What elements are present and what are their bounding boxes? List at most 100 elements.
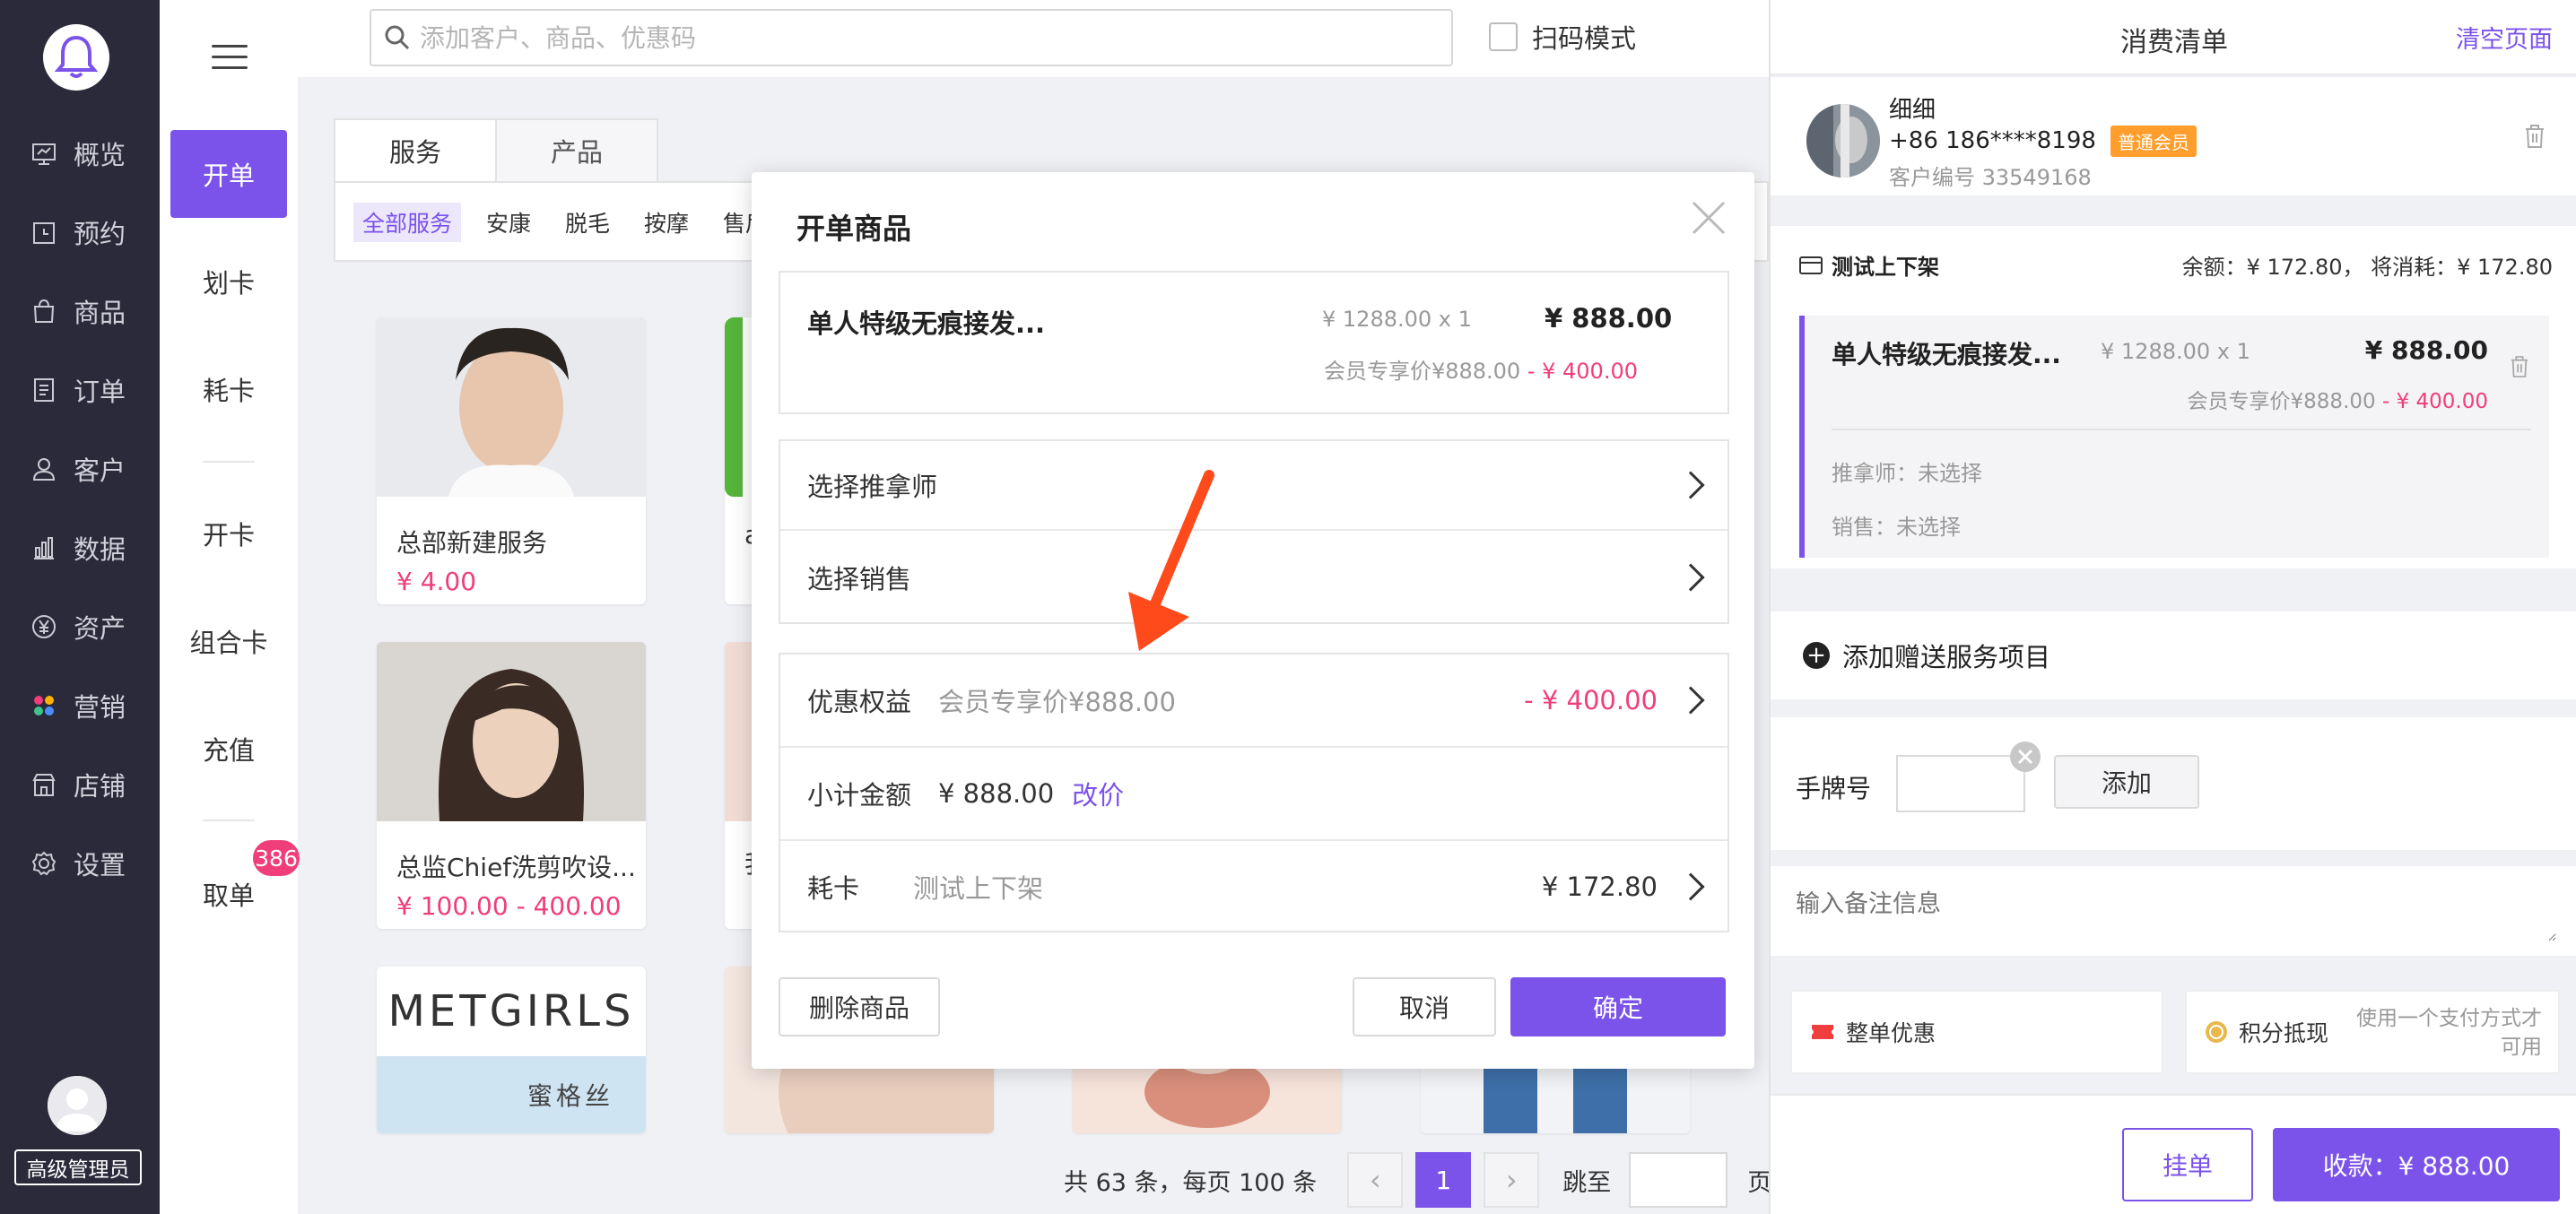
filter-ankang[interactable]: 安康 [477, 203, 540, 242]
nav-overview[interactable]: 概览 [0, 126, 160, 180]
item-name: 单人特级无痕接发... [807, 308, 1046, 339]
card-value: ¥ 172.80 [1541, 871, 1658, 902]
nav-data[interactable]: 数据 [0, 521, 160, 575]
nav-label: 店铺 [74, 771, 126, 802]
bill-footer: 挂单 收款：¥ 888.00 [1771, 1094, 2576, 1214]
checkout-button[interactable]: 收款：¥ 888.00 [2273, 1128, 2560, 1201]
search-input[interactable] [420, 22, 1406, 53]
benefit-row[interactable]: 优惠权益 会员专享价¥888.00 - ¥ 400.00 [780, 655, 1727, 748]
subnav-open-card[interactable]: 开卡 [170, 490, 287, 577]
add-gift-service[interactable]: + 添加赠送服务项目 [1771, 611, 2576, 699]
app-logo[interactable] [43, 24, 109, 91]
benefit-label: 优惠权益 [807, 687, 912, 717]
clear-icon[interactable] [2009, 741, 2041, 773]
subnav-open-order[interactable]: 开单 [170, 130, 287, 218]
bill-item-sales[interactable]: 销售：未选择 [1832, 509, 1961, 541]
nav-marketing[interactable]: 营销 [0, 679, 160, 733]
hand-tag-add-button[interactable]: 添加 [2054, 755, 2199, 809]
coin-icon [2206, 1021, 2227, 1043]
scan-mode[interactable]: 扫码模式 [1489, 18, 1636, 56]
subtotal-value: ¥ 888.00 [938, 778, 1055, 809]
product-image [377, 642, 646, 821]
brand-subtitle: 蜜格丝 [377, 1056, 646, 1133]
tab-service[interactable]: 服务 [334, 118, 497, 183]
member-tag: 普通会员 [2110, 126, 2197, 157]
order-item-modal: 开单商品 单人特级无痕接发... ¥ 1288.00 x 1 ¥ 888.00 … [752, 172, 1754, 1069]
nav-customers[interactable]: 客户 [0, 442, 160, 496]
bill-item[interactable]: 单人特级无痕接发... ¥ 1288.00 x 1 ¥ 888.00 会员专享价… [1799, 316, 2549, 558]
subnav-swipe-card[interactable]: 划卡 [170, 238, 287, 325]
trash-icon[interactable] [2510, 355, 2529, 378]
divider [203, 819, 255, 821]
product-card[interactable]: 总部新建服务 ¥ 4.00 [377, 317, 646, 604]
filter-all[interactable]: 全部服务 [353, 203, 462, 242]
next-page-button[interactable]: › [1484, 1152, 1540, 1208]
nav-appointment[interactable]: 预约 [0, 205, 160, 259]
hand-tag-input[interactable] [1896, 755, 2025, 812]
remark-box[interactable] [1771, 866, 2576, 956]
item-member-note: 会员专享价¥888.00 - ¥ 400.00 [1323, 359, 1638, 384]
nav-store[interactable]: 店铺 [0, 758, 160, 811]
product-card[interactable]: METGIRLS 蜜格丝 [377, 967, 646, 1133]
menu-icon[interactable] [212, 45, 248, 72]
scan-mode-checkbox[interactable] [1489, 22, 1518, 51]
card-consume-row[interactable]: 耗卡 测试上下架 ¥ 172.80 [780, 841, 1727, 932]
subtotal-row: 小计金额 ¥ 888.00 改价 [780, 748, 1727, 841]
card-title: 测试上下架 [1799, 249, 1939, 281]
filter-hair-removal[interactable]: 脱毛 [556, 203, 619, 242]
confirm-button[interactable]: 确定 [1510, 977, 1726, 1036]
card-icon [1799, 256, 1823, 274]
tab-product[interactable]: 产品 [495, 118, 658, 183]
trash-icon[interactable] [2524, 124, 2546, 149]
nav-goods[interactable]: 商品 [0, 284, 160, 338]
calendar-icon [33, 222, 55, 244]
select-masseur-row[interactable]: 选择推拿师 [780, 441, 1727, 531]
card-name: 测试上下架 [913, 873, 1044, 904]
benefit-desc: 会员专享价¥888.00 [938, 687, 1176, 717]
close-icon[interactable] [1690, 199, 1727, 237]
order-icon [34, 378, 54, 402]
clear-page-link[interactable]: 清空页面 [2456, 20, 2553, 55]
product-price: ¥ 4.00 [396, 567, 477, 596]
cancel-button[interactable]: 取消 [1353, 977, 1496, 1036]
select-masseur-label: 选择推拿师 [807, 472, 938, 502]
store-icon [32, 774, 56, 796]
customer-avatar [1806, 104, 1880, 178]
subnav-consume-card[interactable]: 耗卡 [170, 345, 287, 433]
jump-page-input[interactable] [1629, 1152, 1728, 1208]
bill-item-name: 单人特级无痕接发... [1832, 340, 2061, 369]
nav-label: 客户 [74, 455, 126, 486]
prev-page-button[interactable]: ‹ [1347, 1152, 1404, 1208]
nav-settings[interactable]: 设置 [0, 837, 160, 890]
main-sidebar: 概览 预约 商品 订单 客户 数据 资产 营销 店铺 设置 高级管理员 [0, 0, 160, 1214]
user-avatar-icon [48, 1076, 107, 1135]
pickup-count-badge: 386 [253, 840, 300, 876]
bill-item-card: 测试上下架 余额：¥ 172.80， 将消耗：¥ 172.80 单人特级无痕接发… [1771, 226, 2576, 568]
customer-info[interactable]: 细细 +86 186****8198 普通会员 客户编号 33549168 [1771, 77, 2576, 195]
subnav-recharge[interactable]: 充值 [170, 705, 287, 793]
remark-input[interactable] [1796, 884, 2556, 941]
bill-item-masseur[interactable]: 推拿师：未选择 [1832, 455, 1982, 487]
sub-nav: 开单 划卡 耗卡 开卡 组合卡 充值 取单 [160, 0, 298, 1214]
bill-item-unit: ¥ 1288.00 x 1 [2101, 339, 2250, 364]
product-card[interactable]: 总监Chief洗剪吹设... ¥ 100.00 - 400.00 [377, 642, 646, 929]
search-box[interactable] [370, 9, 1453, 66]
plus-icon: + [1803, 642, 1830, 669]
admin-avatar[interactable] [48, 1076, 107, 1135]
bill-item-total: ¥ 888.00 [2364, 335, 2488, 365]
page-number[interactable]: 1 [1415, 1152, 1472, 1208]
chevron-right-icon [1676, 686, 1705, 715]
bill-panel: 消费清单 清空页面 细细 +86 186****8198 普通会员 客户编号 33… [1769, 0, 2576, 1214]
card-label: 耗卡 [807, 873, 860, 904]
change-price-link[interactable]: 改价 [1072, 775, 1124, 812]
filter-massage[interactable]: 按摩 [635, 203, 698, 242]
nav-orders[interactable]: 订单 [0, 363, 160, 417]
delete-item-button[interactable]: 删除商品 [779, 977, 940, 1036]
select-sales-label: 选择销售 [807, 564, 912, 594]
subnav-combo-card[interactable]: 组合卡 [170, 597, 287, 685]
whole-order-discount[interactable]: 整单优惠 [1790, 990, 2163, 1074]
role-badge: 高级管理员 [14, 1149, 142, 1185]
nav-assets[interactable]: 资产 [0, 600, 160, 654]
select-sales-row[interactable]: 选择销售 [780, 533, 1727, 622]
hold-order-button[interactable]: 挂单 [2122, 1128, 2253, 1201]
